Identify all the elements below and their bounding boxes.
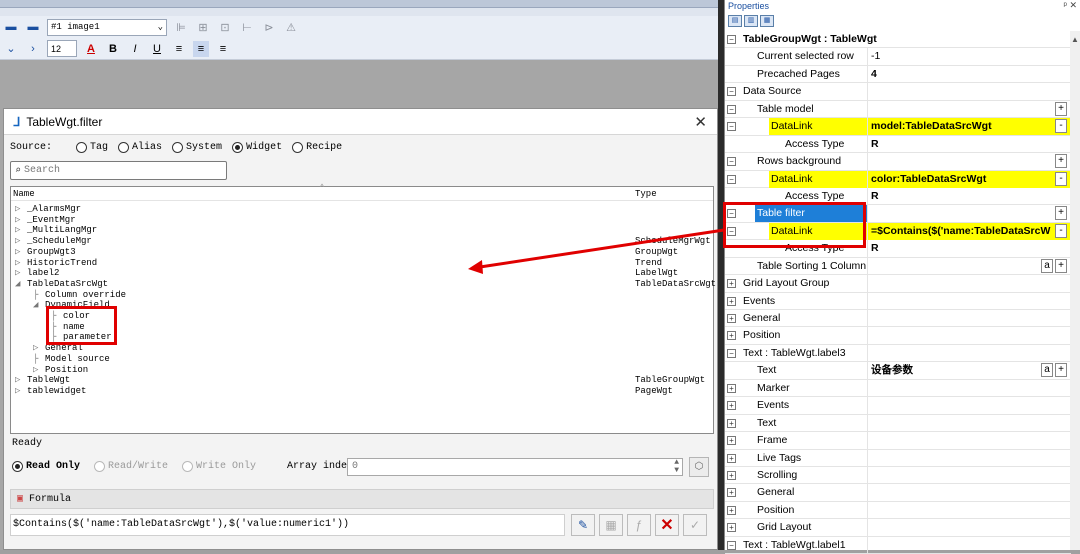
annotation-arrow: [468, 228, 725, 274]
